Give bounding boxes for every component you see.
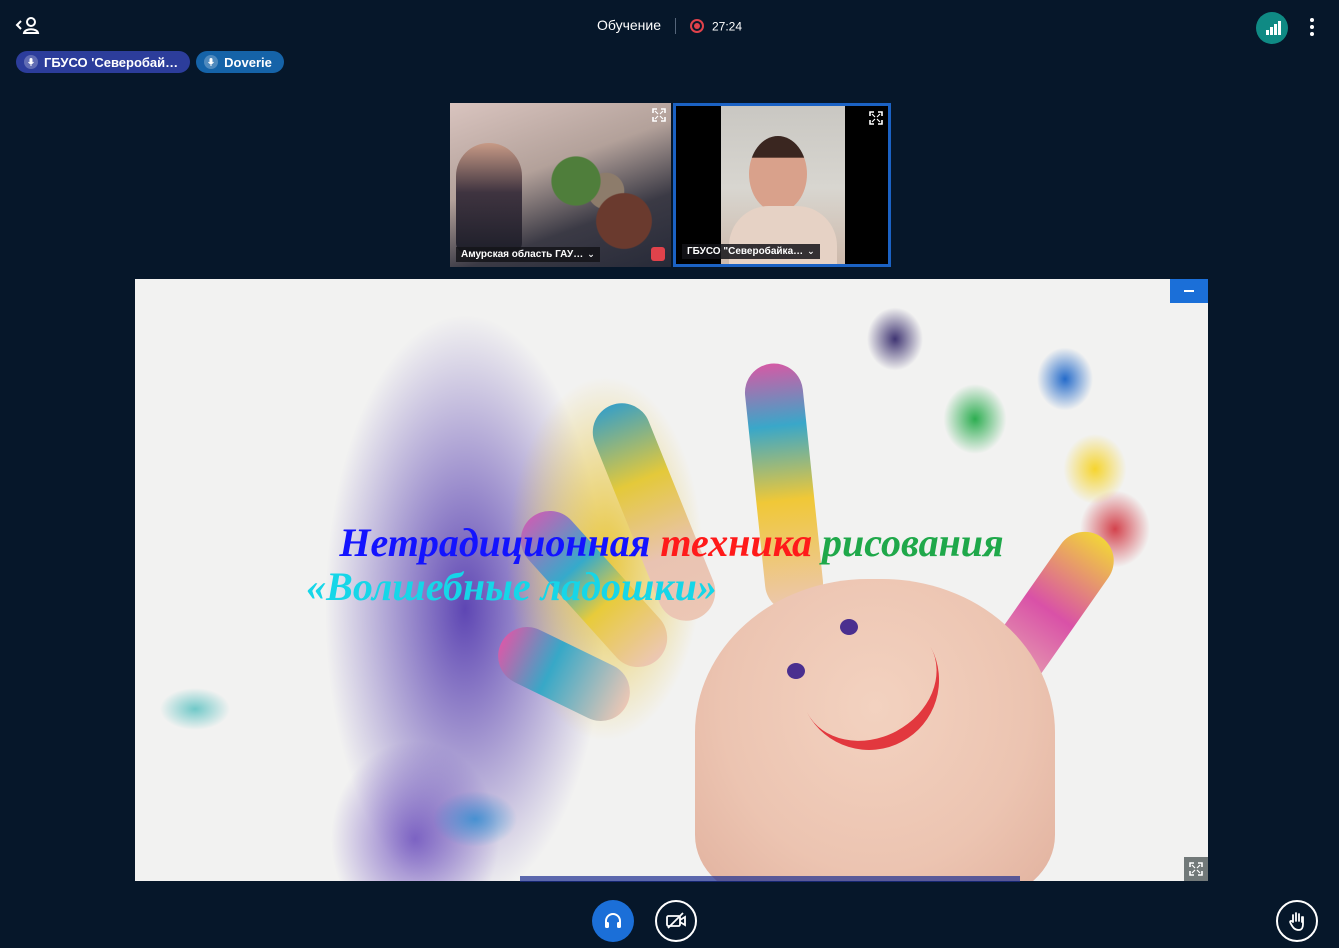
fullscreen-icon[interactable] — [869, 111, 883, 125]
talker-badge[interactable]: Doverie — [196, 51, 284, 73]
leave-audio-button[interactable] — [592, 900, 634, 942]
slide-title-word: Нетрадиционная — [339, 520, 651, 565]
recording-timer: 27:24 — [712, 19, 743, 34]
minimize-presentation-icon[interactable] — [1170, 279, 1208, 303]
talker-badge[interactable]: ГБУСО 'Северобай… — [16, 51, 191, 73]
slide-title-word: рисования — [821, 520, 1004, 565]
chevron-down-icon: ⌄ — [587, 249, 595, 259]
slide-subtitle: «Волшебные ладошки» — [306, 564, 717, 609]
meeting-info: Обучение 27:24 — [0, 17, 1339, 35]
user-name: Амурская область ГАУ… — [461, 249, 584, 260]
slide-image-eye — [840, 619, 858, 635]
user-name: ГБУСО "Северобайка… — [687, 246, 804, 257]
video-feed-person — [456, 143, 522, 253]
slide-overflow-strip — [520, 876, 1020, 882]
slide-title: Нетрадиционная техника рисования «Волшеб… — [135, 521, 1208, 609]
microphone-icon — [204, 55, 219, 69]
slide-title-word: техника — [660, 520, 812, 565]
connection-status-icon — [1266, 21, 1281, 35]
camera-off-icon — [666, 912, 686, 929]
talking-indicator-list: ГБУСО 'Северобай… Doverie — [16, 51, 284, 73]
user-name-tag[interactable]: ГБУСО "Северобайка… ⌄ — [682, 244, 820, 259]
video-feed — [721, 106, 845, 264]
top-bar: Обучение 27:24 — [0, 0, 1339, 50]
user-name-tag[interactable]: Амурская область ГАУ… ⌄ — [456, 247, 600, 262]
more-options-icon[interactable] — [1304, 15, 1320, 39]
raise-hand-icon — [1289, 912, 1304, 931]
microphone-muted-icon — [651, 247, 665, 261]
divider — [675, 18, 676, 35]
presentation-area: Нетрадиционная техника рисования «Волшеб… — [135, 279, 1208, 881]
meeting-title: Обучение — [596, 17, 661, 33]
fullscreen-icon — [1189, 862, 1203, 876]
recording-indicator-icon[interactable] — [690, 19, 704, 34]
talker-name: ГБУСО 'Северобай… — [44, 54, 179, 70]
microphone-icon — [24, 55, 38, 69]
share-webcam-button[interactable] — [655, 900, 697, 942]
video-feed — [540, 151, 660, 251]
chevron-down-icon: ⌄ — [807, 246, 815, 256]
talker-name: Doverie — [224, 54, 272, 70]
webcam-tile[interactable]: Амурская область ГАУ… ⌄ — [450, 103, 671, 267]
webcam-tile[interactable]: ГБУСО "Северобайка… ⌄ — [673, 103, 891, 267]
fullscreen-icon[interactable] — [652, 108, 666, 122]
presentation-fullscreen-button[interactable] — [1184, 857, 1208, 881]
headphones-icon — [605, 913, 621, 928]
connection-status-button[interactable] — [1256, 12, 1288, 44]
raise-hand-button[interactable] — [1276, 900, 1318, 942]
video-feed-face — [749, 136, 807, 212]
slide-image-eye — [787, 663, 805, 679]
